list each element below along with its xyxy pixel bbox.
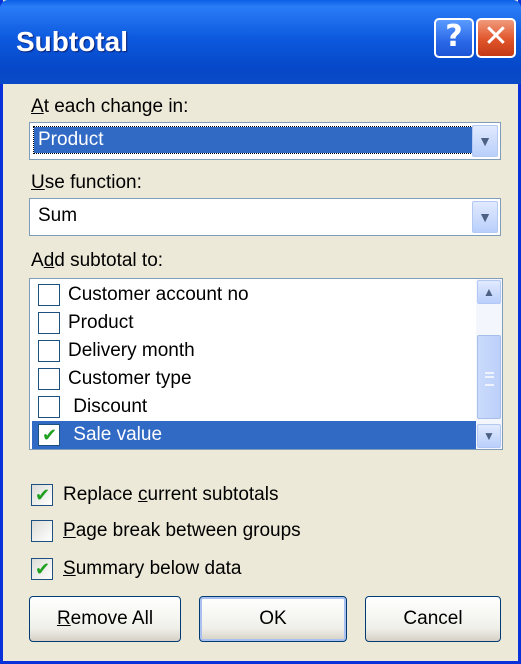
at-each-change-select[interactable]: Product ▼	[29, 122, 501, 160]
option-label: Replace current subtotals	[63, 482, 278, 508]
checkbox[interactable]	[38, 396, 60, 418]
ok-button[interactable]: OK	[199, 596, 347, 642]
chevron-down-icon[interactable]: ▼	[472, 201, 498, 233]
list-item-label: Discount	[68, 396, 148, 417]
list-scrollbar[interactable]: ▲ ▼	[476, 279, 502, 449]
option-label: Summary below data	[63, 556, 241, 582]
use-function-select[interactable]: Sum ▼	[29, 198, 501, 236]
checkbox[interactable]	[31, 520, 53, 542]
list-item-product[interactable]: Product	[32, 309, 476, 337]
list-item-label: Delivery month	[68, 340, 195, 361]
list-item-label: Customer account no	[68, 284, 249, 305]
help-icon: ?	[445, 19, 463, 54]
at-each-change-value: Product	[33, 126, 485, 154]
checkmark-icon: ✔	[35, 559, 51, 579]
label-text: urrent subtotals	[147, 484, 279, 505]
subtotal-dialog: Subtotal ? ✕ At each change in: Product …	[0, 0, 521, 664]
list-item-sale-value[interactable]: ✔ Sale value	[32, 421, 476, 449]
use-function-label: Use function:	[31, 172, 142, 194]
chevron-down-icon[interactable]: ▼	[472, 125, 498, 157]
grip-icon	[485, 372, 494, 386]
label-text: t each change in:	[43, 96, 189, 117]
list-item-label: Customer type	[68, 368, 192, 389]
dialog-title: Subtotal	[16, 26, 128, 57]
list-item-discount[interactable]: Discount	[32, 393, 476, 421]
accel-key: P	[63, 520, 76, 541]
label-text: age break between groups	[75, 520, 301, 541]
list-item-delivery-month[interactable]: Delivery month	[32, 337, 476, 365]
label-text: ummary below data	[75, 558, 242, 579]
add-subtotal-list[interactable]: Customer account no Product Delivery mon…	[29, 278, 503, 450]
accel-key: d	[43, 250, 55, 271]
at-each-change-label: At each change in:	[31, 96, 188, 118]
help-button[interactable]: ?	[434, 18, 474, 58]
close-button[interactable]: ✕	[476, 18, 516, 58]
remove-all-button[interactable]: Remove All	[29, 596, 181, 642]
checkbox[interactable]: ✔	[31, 484, 53, 506]
checkbox[interactable]: ✔	[38, 424, 60, 446]
accel-key: S	[63, 558, 76, 579]
cancel-button[interactable]: Cancel	[365, 596, 501, 642]
checkbox[interactable]: ✔	[31, 558, 53, 580]
list-item-label: Product	[68, 312, 134, 333]
add-subtotal-label: Add subtotal to:	[31, 250, 163, 272]
checkbox[interactable]	[38, 284, 60, 306]
list-item-customer-type[interactable]: Customer type	[32, 365, 476, 393]
use-function-value: Sum	[38, 205, 78, 226]
chevron-down-icon[interactable]: ▼	[477, 424, 501, 448]
list-item-label: Sale value	[68, 424, 163, 445]
label-text: se function:	[44, 172, 142, 193]
accel-key: R	[56, 608, 71, 629]
label-text: A	[31, 250, 44, 271]
label-text: d subtotal to:	[54, 250, 164, 271]
option-label: Page break between groups	[63, 518, 301, 544]
checkbox[interactable]	[38, 368, 60, 390]
button-label: Cancel	[403, 608, 463, 629]
label-text: Replace	[63, 484, 138, 505]
title-bar[interactable]: Subtotal ? ✕	[0, 0, 521, 84]
accel-key: c	[138, 484, 148, 505]
close-icon: ✕	[483, 19, 509, 54]
checkmark-icon: ✔	[42, 425, 58, 445]
chevron-up-icon[interactable]: ▲	[477, 280, 501, 304]
checkbox[interactable]	[38, 340, 60, 362]
button-label: emove All	[70, 608, 154, 629]
accel-key: U	[31, 172, 45, 193]
scrollbar-thumb[interactable]	[477, 335, 501, 419]
accel-key: A	[31, 96, 44, 117]
checkmark-icon: ✔	[35, 485, 51, 505]
button-label: OK	[259, 608, 287, 629]
checkbox[interactable]	[38, 312, 60, 334]
list-item-customer-account-no[interactable]: Customer account no	[32, 281, 476, 309]
